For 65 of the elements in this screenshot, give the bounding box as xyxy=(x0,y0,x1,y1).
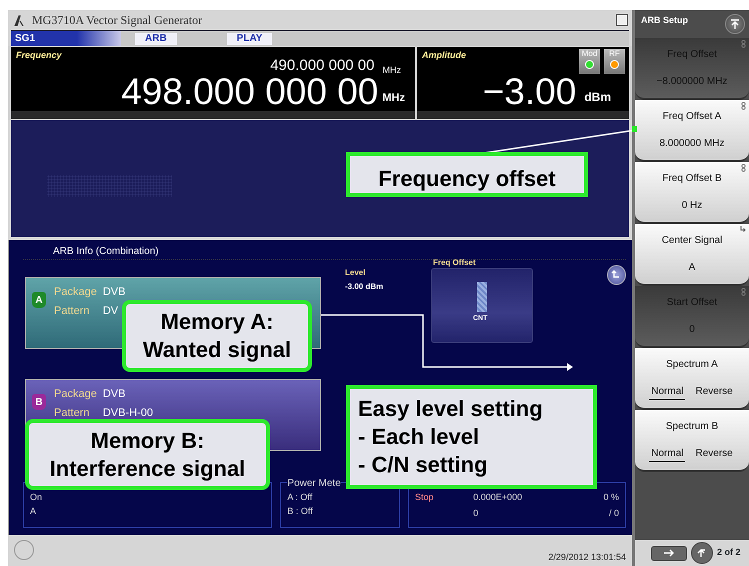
busy-icon xyxy=(14,540,34,560)
knob-icon xyxy=(741,40,746,48)
panel-text: Stop xyxy=(415,491,435,504)
section-title: ARB Info (Combination) xyxy=(23,244,626,260)
menu-title: ARB Setup xyxy=(641,14,688,27)
indicator-label: RF xyxy=(608,49,621,58)
logo-icon xyxy=(14,14,24,26)
amplitude-label: Amplitude xyxy=(422,49,466,62)
callout-label: Memory A: Wanted signal xyxy=(122,300,312,372)
softkey-button[interactable]: Freq Offset B 0 Hz xyxy=(635,162,749,224)
callout-label: Frequency offset xyxy=(346,152,588,197)
panel-text: B : Off xyxy=(287,504,314,518)
page-indicator: 2 of 2 xyxy=(717,546,741,560)
panel-text: A xyxy=(30,504,38,518)
softkey-label: Spectrum B xyxy=(666,420,718,434)
knob-icon xyxy=(741,102,746,110)
softkey-button[interactable]: Freq Offset A 8.000000 MHz xyxy=(635,100,749,162)
memory-letter-icon: B xyxy=(32,394,46,410)
memory-letter-icon: A xyxy=(32,292,46,308)
option-label[interactable]: Reverse xyxy=(693,384,735,400)
pattern-label: Pattern xyxy=(54,406,90,420)
up-arrow-icon xyxy=(697,548,707,558)
pattern-label: Pattern xyxy=(54,304,90,318)
return-icon[interactable] xyxy=(606,265,626,285)
knob-icon xyxy=(741,288,746,296)
panel-text: 0 xyxy=(473,506,480,520)
amplitude-value: −3.00 xyxy=(482,73,576,111)
freq-offset-label: Freq Offset xyxy=(433,257,476,269)
date-time: 2/29/2012 13:01:54 xyxy=(548,550,626,564)
minimize-button[interactable] xyxy=(616,14,628,26)
option-label[interactable]: Normal xyxy=(649,446,686,462)
right-arrow-icon xyxy=(663,549,675,557)
panel-text: 0 % xyxy=(602,491,619,504)
package-label: Package xyxy=(54,387,97,402)
window-title: MG3710A Vector Signal Generator xyxy=(32,12,202,29)
option-label[interactable]: Reverse xyxy=(693,446,735,462)
package-value: DVB xyxy=(102,285,126,300)
back-button[interactable] xyxy=(691,542,713,564)
pattern-value: DV xyxy=(102,304,120,318)
unit-label: MHz xyxy=(382,90,405,106)
frequency-value: 498.000 000 00 xyxy=(121,73,378,111)
knob-icon xyxy=(741,164,746,172)
panel-text: A : Off xyxy=(287,491,314,504)
panel-text: On xyxy=(30,491,44,504)
submenu-icon xyxy=(740,226,746,233)
callout-label: Memory B: Interference signal xyxy=(25,419,270,490)
package-label: Package xyxy=(54,285,97,300)
unit-label: MHz xyxy=(382,64,401,77)
next-button[interactable] xyxy=(651,546,687,560)
signal-bar xyxy=(477,282,487,312)
unit-label: dBm xyxy=(584,89,611,106)
level-value: -3.00 dBm xyxy=(345,281,384,293)
option-label[interactable]: Normal xyxy=(649,384,686,400)
panel-text: 0.000E+000 xyxy=(473,491,524,504)
panel-text: / 0 xyxy=(608,506,619,520)
softkey-button[interactable]: Center Signal A xyxy=(635,224,749,286)
leader-end-mark xyxy=(632,126,637,132)
frequency-label: Frequency xyxy=(16,49,62,62)
callout-label: Easy level setting - Each level - C/N setting xyxy=(346,385,597,489)
pattern-value: DVB-H-00 xyxy=(102,406,153,420)
indicator-label: Mod xyxy=(580,49,598,58)
reference-frequency: 490.000 000 00 xyxy=(270,56,374,76)
level-label: Level xyxy=(345,267,366,279)
package-value: DVB xyxy=(102,387,126,402)
softkey-label: Spectrum A xyxy=(666,358,718,372)
